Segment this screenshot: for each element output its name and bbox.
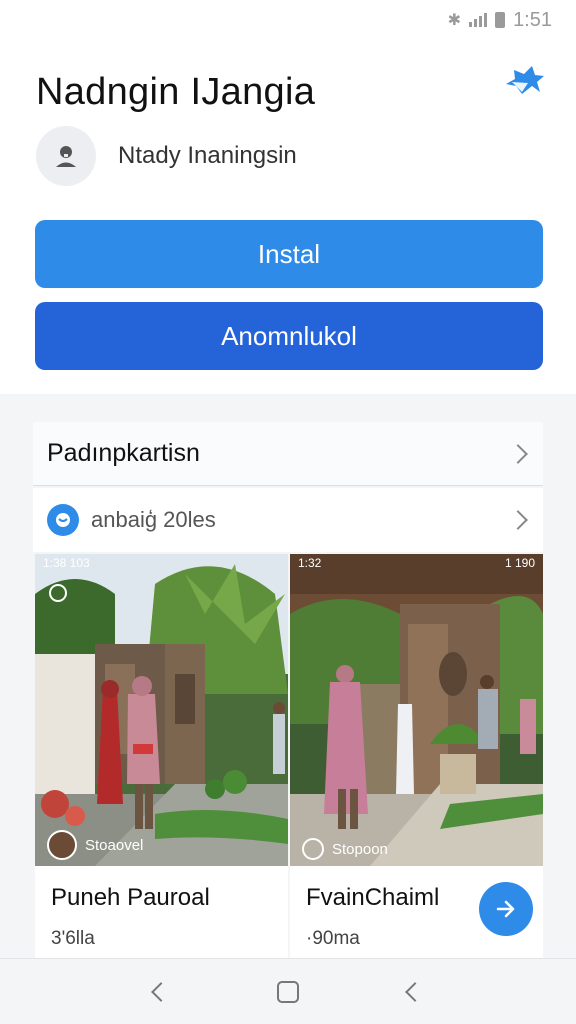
image-caption: Stoaovel	[47, 830, 143, 860]
status-bar: ✱ 1:51	[0, 0, 576, 40]
screenshot-image: 1:38 103 Stoaovel	[35, 554, 288, 866]
sub-label: anbaiģ 20les	[91, 507, 216, 532]
signal-icon	[469, 13, 488, 27]
chat-icon	[47, 504, 79, 536]
developer-name: Ntady Inaningsin	[118, 142, 297, 169]
card-title: Puneh Pauroal	[51, 884, 210, 911]
card-title: FvainChaiml	[306, 884, 440, 911]
card-subtitle: ·90ma	[306, 928, 360, 949]
app-header: Nadngin IJangia	[36, 62, 546, 122]
image-status-bar: 1:32 1 190	[298, 556, 535, 570]
image-status-bar: 1:38 103	[43, 556, 280, 570]
image-status-right: 1 190	[504, 556, 535, 570]
home-icon[interactable]	[276, 980, 299, 1003]
image-caption: Stopoon	[302, 838, 388, 860]
chevron-right-icon	[508, 510, 528, 530]
screenshot-image: 1:32 1 190 Stopoon	[290, 554, 543, 866]
back-icon[interactable]	[404, 981, 425, 1002]
bluetooth-icon: ✱	[447, 12, 462, 29]
image-status-time: 1:38 103	[43, 556, 90, 570]
section-title: Padınpkartisn	[47, 439, 200, 467]
avatar	[47, 830, 77, 860]
chevron-right-icon	[508, 443, 528, 464]
card-subtitle: 3'6lla	[51, 928, 95, 949]
screenshot-card[interactable]: 1:32 1 190 Stopoon FvainChaiml ·90ma	[290, 554, 543, 958]
developer-row[interactable]: Ntady Inaningsin	[36, 126, 297, 186]
caption-text: Stopoon	[332, 840, 388, 858]
caption-text: Stoaovel	[85, 836, 144, 854]
arrow-right-icon	[496, 900, 515, 918]
sub-header[interactable]: anbaiģ 20les	[33, 488, 543, 552]
image-status-time: 1:32	[298, 556, 322, 570]
secondary-action-button[interactable]: Anomnlukol	[35, 302, 543, 370]
back-icon[interactable]	[151, 981, 172, 1002]
screenshot-card[interactable]: 1:38 103 Stoaovel Puneh Pauroal 3'6lla	[35, 554, 288, 958]
install-button[interactable]: Instal	[35, 220, 543, 288]
clock-icon	[49, 584, 67, 602]
arrow-right-button[interactable]	[479, 882, 533, 936]
status-time: 1:51	[513, 8, 552, 31]
podcast-icon	[302, 838, 324, 860]
battery-icon	[495, 12, 506, 28]
section-header[interactable]: Padınpkartisn	[33, 422, 543, 486]
star-icon[interactable]	[502, 62, 546, 106]
app-title: Nadngin IJangia	[36, 71, 316, 113]
person-icon	[36, 126, 96, 186]
system-nav-bar	[0, 958, 576, 1024]
